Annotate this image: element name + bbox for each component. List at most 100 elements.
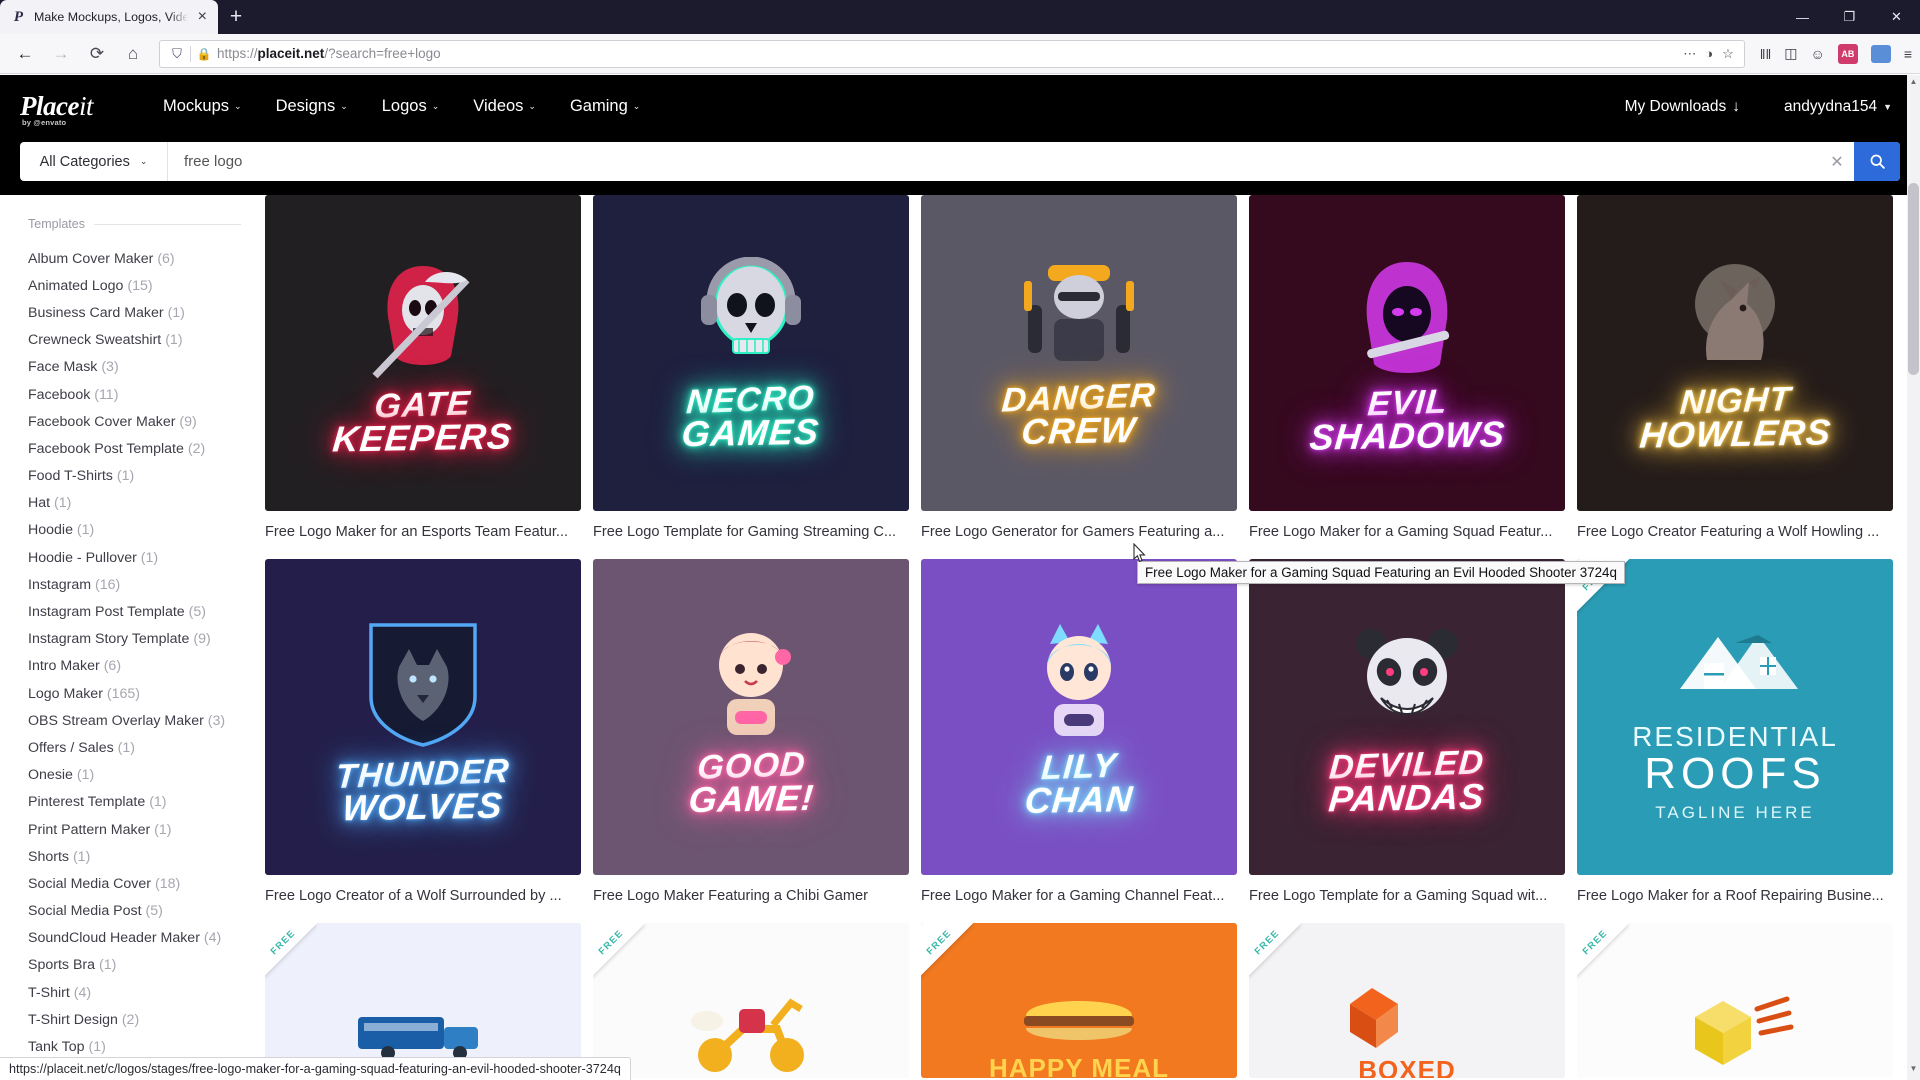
nav-item-videos[interactable]: Videos ⌄	[473, 97, 536, 116]
sidebar-item-soundcloud-header-maker[interactable]: SoundCloud Header Maker (4)	[28, 925, 265, 952]
nav-item-gaming[interactable]: Gaming ⌄	[570, 97, 640, 116]
result-card-title[interactable]: Free Logo Creator of a Wolf Surrounded b…	[265, 887, 581, 905]
result-card-title[interactable]: Free Logo Maker for an Esports Team Feat…	[265, 523, 581, 541]
search-submit-button[interactable]	[1854, 142, 1900, 181]
result-card[interactable]: FREE	[593, 923, 909, 1079]
sidebar-item-instagram[interactable]: Instagram (16)	[28, 571, 265, 598]
sidebar-item-onesie[interactable]: Onesie (1)	[28, 762, 265, 789]
result-thumbnail[interactable]: Lily Chan	[921, 559, 1237, 876]
result-thumbnail[interactable]: Evil Shadows	[1249, 195, 1565, 511]
sidebar-item-instagram-post-template[interactable]: Instagram Post Template (5)	[28, 598, 265, 625]
sidebar-item-logo-maker[interactable]: Logo Maker (165)	[28, 680, 265, 707]
sidebar-item-hoodie[interactable]: Hoodie (1)	[28, 517, 265, 544]
category-dropdown[interactable]: All Categories ⌄	[20, 142, 168, 181]
sidebar-icon[interactable]: ◫	[1784, 45, 1797, 62]
result-card-title[interactable]: Free Logo Maker for a Gaming Channel Fea…	[921, 887, 1237, 905]
my-downloads-button[interactable]: My Downloads ↓	[1625, 98, 1740, 116]
nav-item-logos[interactable]: Logos ⌄	[382, 97, 440, 116]
extension-icon[interactable]	[1870, 44, 1891, 63]
sidebar-item-facebook-cover-maker[interactable]: Facebook Cover Maker (9)	[28, 408, 265, 435]
result-card[interactable]: FREERESIDENTIALROOFSTAGLINE HERE Free Log…	[1577, 559, 1893, 905]
sidebar-item-social-media-cover[interactable]: Social Media Cover (18)	[28, 870, 265, 897]
result-card[interactable]: FREE	[265, 923, 581, 1079]
sidebar-item-obs-stream-overlay-maker[interactable]: OBS Stream Overlay Maker (3)	[28, 707, 265, 734]
page-actions-icon[interactable]: ⋯	[1683, 46, 1696, 62]
result-thumbnail[interactable]: FREE	[1577, 923, 1893, 1079]
sidebar-item-social-media-post[interactable]: Social Media Post (5)	[28, 898, 265, 925]
result-thumbnail[interactable]: Night Howlers	[1577, 195, 1893, 511]
sidebar-item-print-pattern-maker[interactable]: Print Pattern Maker (1)	[28, 816, 265, 843]
library-icon[interactable]: ‖‖	[1760, 46, 1772, 62]
app-menu-icon[interactable]: ≡	[1904, 46, 1912, 62]
sidebar-item-face-mask[interactable]: Face Mask (3)	[28, 354, 265, 381]
sidebar-item-album-cover-maker[interactable]: Album Cover Maker (6)	[28, 245, 265, 272]
placeit-logo[interactable]: Placeit by @envato	[20, 93, 125, 127]
result-thumbnail[interactable]: FREE BOXED	[1249, 923, 1565, 1079]
result-card-title[interactable]: Free Logo Template for a Gaming Squad wi…	[1249, 887, 1565, 905]
result-thumbnail[interactable]: FREERESIDENTIALROOFSTAGLINE HERE	[1577, 559, 1893, 876]
result-thumbnail[interactable]: Thunder Wolves	[265, 559, 581, 876]
result-card[interactable]: Deviled Pandas Free Logo Template for a Ga…	[1249, 559, 1565, 905]
scroll-down-icon[interactable]: ▼	[1907, 1064, 1920, 1078]
sidebar-item-crewneck-sweatshirt[interactable]: Crewneck Sweatshirt (1)	[28, 327, 265, 354]
scroll-up-icon[interactable]: ▲	[1907, 77, 1920, 91]
sidebar-item-shorts[interactable]: Shorts (1)	[28, 843, 265, 870]
result-card[interactable]: Night Howlers Free Logo Creator Featuring …	[1577, 195, 1893, 541]
result-card[interactable]: FREE HAPPY MEAL	[921, 923, 1237, 1079]
result-thumbnail[interactable]: Deviled Pandas	[1249, 559, 1565, 876]
search-input[interactable]	[168, 142, 1820, 181]
home-icon[interactable]: ⌂	[116, 38, 150, 70]
close-icon[interactable]: ×	[195, 9, 210, 25]
result-card-title[interactable]: Free Logo Maker for a Gaming Squad Featu…	[1249, 523, 1565, 541]
nav-item-mockups[interactable]: Mockups ⌄	[163, 97, 242, 116]
result-card-title[interactable]: Free Logo Creator Featuring a Wolf Howli…	[1577, 523, 1893, 541]
reload-icon[interactable]: ⟳	[80, 38, 114, 70]
scrollbar-thumb[interactable]	[1908, 183, 1919, 375]
nav-item-designs[interactable]: Designs ⌄	[276, 97, 348, 116]
sidebar-item-t-shirt[interactable]: T-Shirt (4)	[28, 979, 265, 1006]
clear-search-icon[interactable]: ✕	[1820, 152, 1854, 172]
back-icon[interactable]: ←	[8, 38, 42, 70]
sidebar-item-offers-sales[interactable]: Offers / Sales (1)	[28, 734, 265, 761]
sidebar-item-business-card-maker[interactable]: Business Card Maker (1)	[28, 299, 265, 326]
sidebar-item-facebook-post-template[interactable]: Facebook Post Template (2)	[28, 435, 265, 462]
result-thumbnail[interactable]: FREE	[593, 923, 909, 1079]
new-tab-button[interactable]: +	[218, 0, 254, 34]
sidebar-item-food-t-shirts[interactable]: Food T-Shirts (1)	[28, 463, 265, 490]
sidebar-item-facebook[interactable]: Facebook (11)	[28, 381, 265, 408]
result-card-title[interactable]: Free Logo Maker Featuring a Chibi Gamer	[593, 887, 909, 905]
sidebar-item-animated-logo[interactable]: Animated Logo (15)	[28, 272, 265, 299]
result-thumbnail[interactable]: Necro Games	[593, 195, 909, 511]
result-card[interactable]: Thunder Wolves Free Logo Creator of a Wolf…	[265, 559, 581, 905]
result-thumbnail[interactable]: FREE HAPPY MEAL	[921, 923, 1237, 1079]
avatar[interactable]: AB	[1837, 43, 1858, 64]
window-close-icon[interactable]: ✕	[1873, 0, 1920, 34]
maximize-icon[interactable]: ❐	[1826, 0, 1873, 34]
sidebar-item-sports-bra[interactable]: Sports Bra (1)	[28, 952, 265, 979]
sidebar-item-t-shirt-design[interactable]: T-Shirt Design (2)	[28, 1006, 265, 1033]
sidebar-item-hat[interactable]: Hat (1)	[28, 490, 265, 517]
result-card-title[interactable]: Free Logo Template for Gaming Streaming …	[593, 523, 909, 541]
address-bar[interactable]: ⛉ 🔒 https://placeit.net/?search=free+log…	[159, 39, 1745, 68]
result-card[interactable]: Evil Shadows Free Logo Maker for a Gaming …	[1249, 195, 1565, 541]
result-thumbnail[interactable]: Gate Keepers	[265, 195, 581, 511]
account-icon[interactable]: ☺	[1811, 46, 1825, 62]
result-thumbnail[interactable]: Good Game!	[593, 559, 909, 876]
minimize-icon[interactable]: —	[1779, 0, 1826, 34]
browser-tab[interactable]: P Make Mockups, Logos, Videos ×	[0, 0, 218, 34]
bookmark-star-icon[interactable]: ☆	[1722, 46, 1734, 62]
sidebar-item-pinterest-template[interactable]: Pinterest Template (1)	[28, 789, 265, 816]
page-scrollbar[interactable]: ▲ ▼	[1907, 75, 1920, 1080]
user-menu-button[interactable]: andyydna154 ▼	[1784, 98, 1892, 116]
sidebar-item-intro-maker[interactable]: Intro Maker (6)	[28, 653, 265, 680]
result-card[interactable]: FREE BOXED	[1249, 923, 1565, 1079]
result-card-title[interactable]: Free Logo Generator for Gamers Featuring…	[921, 523, 1237, 541]
result-thumbnail[interactable]: Danger Crew	[921, 195, 1237, 511]
result-card[interactable]: Lily Chan Free Logo Maker for a Gaming Cha…	[921, 559, 1237, 905]
result-card-title[interactable]: Free Logo Maker for a Roof Repairing Bus…	[1577, 887, 1893, 905]
sidebar-item-instagram-story-template[interactable]: Instagram Story Template (9)	[28, 626, 265, 653]
result-card[interactable]: Danger Crew Free Logo Generator for Gamers…	[921, 195, 1237, 541]
result-card[interactable]: Necro Games Free Logo Template for Gaming …	[593, 195, 909, 541]
result-card[interactable]: Good Game! Free Logo Maker Featuring a Chi…	[593, 559, 909, 905]
result-thumbnail[interactable]: FREE	[265, 923, 581, 1079]
